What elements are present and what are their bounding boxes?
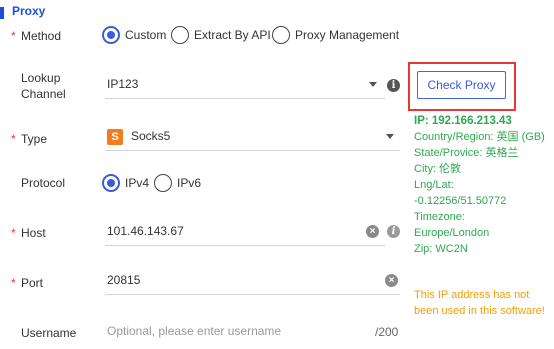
info-icon[interactable]: i	[387, 79, 400, 92]
username-placeholder: Optional, please enter username	[107, 324, 282, 338]
ip-unused-warning: This IP address has not been used in thi…	[414, 289, 545, 317]
lookup-channel-select[interactable]: IP123	[105, 71, 385, 99]
lookup-channel-value: IP123	[107, 77, 139, 91]
proxy-ip: IP: 192.166.213.43	[414, 115, 512, 127]
chevron-down-icon	[369, 82, 377, 87]
proxy-city: City: 伦敦	[414, 163, 462, 175]
type-value: Socks5	[131, 129, 171, 143]
section-marker	[0, 7, 4, 19]
radio-unselected-icon	[154, 174, 172, 192]
required-asterisk: *	[11, 132, 16, 146]
host-value: 101.46.143.67	[107, 224, 184, 238]
proxy-zip: Zip: WC2N	[414, 243, 468, 255]
required-asterisk: *	[11, 29, 16, 43]
method-option-extract-api[interactable]: Extract By API	[171, 26, 271, 44]
host-input[interactable]: 101.46.143.67 ×	[105, 218, 385, 246]
clear-icon[interactable]: ×	[385, 274, 398, 287]
chevron-down-icon	[386, 134, 394, 139]
type-select[interactable]: Socks5	[105, 123, 400, 151]
info-icon[interactable]: i	[387, 225, 400, 238]
radio-unselected-icon	[171, 26, 189, 44]
proxy-country: Country/Region: 英国 (GB)	[414, 131, 545, 143]
section-title: Proxy	[12, 4, 46, 18]
required-asterisk: *	[11, 276, 16, 290]
lookup-channel-label: Lookup Channel	[21, 70, 66, 102]
protocol-label: Protocol	[21, 176, 66, 190]
method-option-custom[interactable]: Custom	[102, 26, 166, 44]
protocol-option-ipv4[interactable]: IPv4	[102, 174, 149, 192]
protocol-option-label: IPv6	[177, 176, 202, 190]
proxy-timezone: Europe/London	[414, 227, 490, 239]
proxy-state: State/Provice: 英格兰	[414, 147, 519, 159]
method-option-label: Proxy Management	[295, 28, 400, 42]
proxy-lnglat-label: Lng/Lat:	[414, 179, 454, 191]
radio-selected-icon	[102, 174, 120, 192]
lookup-label-line2: Channel	[21, 87, 66, 101]
lookup-label-line1: Lookup	[21, 71, 61, 85]
method-option-proxy-management[interactable]: Proxy Management	[272, 26, 399, 44]
protocol-option-label: IPv4	[125, 176, 150, 190]
port-value: 20815	[107, 273, 141, 287]
required-asterisk: *	[11, 226, 16, 240]
username-input[interactable]: Optional, please enter username	[105, 318, 373, 346]
method-option-label: Custom	[125, 28, 167, 42]
port-input[interactable]: 20815 ×	[105, 267, 400, 295]
proxy-info-panel: IP: 192.166.213.43 Country/Region: 英国 (G…	[414, 113, 552, 257]
socks5-icon: S	[107, 129, 123, 145]
proxy-lnglat: -0.12256/51.50772	[414, 195, 507, 207]
radio-selected-icon	[102, 26, 120, 44]
username-char-counter: /200	[375, 325, 399, 339]
host-label: Host	[21, 226, 46, 240]
method-label: Method	[21, 29, 62, 43]
port-label: Port	[21, 276, 44, 290]
check-proxy-button[interactable]: Check Proxy	[417, 71, 506, 99]
proxy-timezone-label: Timezone:	[414, 211, 465, 223]
method-option-label: Extract By API	[194, 28, 271, 42]
protocol-option-ipv6[interactable]: IPv6	[154, 174, 201, 192]
username-label: Username	[21, 326, 77, 340]
clear-icon[interactable]: ×	[366, 225, 379, 238]
type-label: Type	[21, 132, 48, 146]
radio-unselected-icon	[272, 26, 290, 44]
